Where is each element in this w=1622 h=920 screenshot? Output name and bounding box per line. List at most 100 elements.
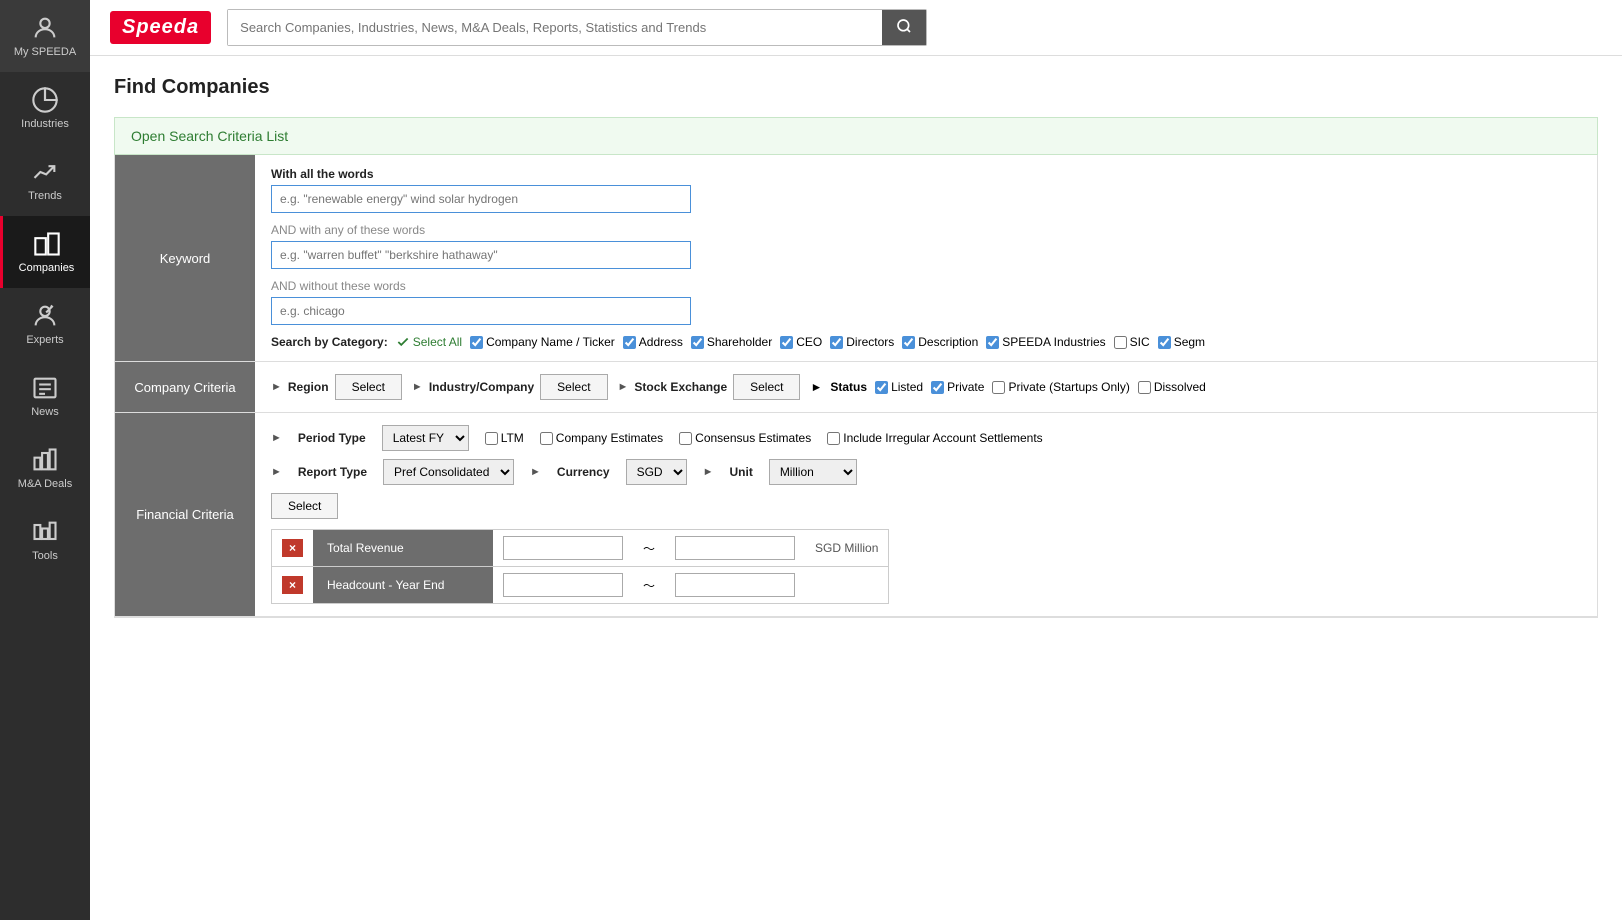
cat-description[interactable]: Description (902, 335, 978, 349)
sidebar-item-companies[interactable]: Companies (0, 216, 90, 288)
cat-speeda-industries[interactable]: SPEEDA Industries (986, 335, 1105, 349)
financial-criteria-section: Financial Criteria ► Period Type Latest … (115, 413, 1597, 617)
total-revenue-min-cell (493, 530, 633, 567)
keyword-section-label: Keyword (115, 155, 255, 361)
sidebar-label-industries: Industries (21, 118, 69, 130)
period-type-select[interactable]: Latest FY Latest FQ Annual Quarterly (382, 425, 469, 451)
deals-icon (31, 446, 59, 474)
cat-ceo[interactable]: CEO (780, 335, 822, 349)
headcount-label: Headcount - Year End (313, 567, 493, 604)
table-row: × Headcount - Year End ～ (272, 567, 889, 604)
remove-total-revenue-button[interactable]: × (282, 539, 303, 557)
report-type-select[interactable]: Pref Consolidated Consolidated Non-Conso… (383, 459, 514, 485)
headcount-max-input[interactable] (675, 573, 795, 597)
search-icon (896, 18, 912, 34)
global-search-button[interactable] (882, 10, 926, 45)
experts-icon (31, 302, 59, 330)
sidebar-item-myspeeda[interactable]: My SPEEDA (0, 0, 90, 72)
remove-headcount-button[interactable]: × (282, 576, 303, 594)
company-criteria-content: ► Region Select ► Industry/Company Selec… (255, 362, 1597, 412)
irregular-check[interactable]: Include Irregular Account Settlements (827, 431, 1042, 445)
cat-shareholder[interactable]: Shareholder (691, 335, 772, 349)
sidebar-label-news: News (31, 406, 59, 418)
headcount-min-input[interactable] (503, 573, 623, 597)
user-icon (31, 14, 59, 42)
report-arrow: ► (271, 466, 282, 478)
currency-select[interactable]: SGD USD EUR JPY (626, 459, 687, 485)
cat-company-name[interactable]: Company Name / Ticker (470, 335, 615, 349)
company-criteria-section: Company Criteria ► Region Select ► Indus… (115, 362, 1597, 413)
news-icon (31, 374, 59, 402)
headcount-unit (805, 567, 889, 604)
search-form: Keyword With all the words AND with any … (114, 155, 1598, 618)
keyword-section: Keyword With all the words AND with any … (115, 155, 1597, 362)
with-all-words-input[interactable] (271, 185, 691, 213)
and-any-words-label: AND with any of these words (271, 223, 1581, 237)
report-type-label: Report Type (298, 465, 367, 479)
with-all-words-row: With all the words (271, 167, 1581, 213)
page-content: Find Companies Open Search Criteria List… (90, 56, 1622, 920)
period-arrow: ► (271, 432, 282, 444)
company-criteria-label: Company Criteria (115, 362, 255, 412)
stock-arrow: ► (618, 381, 629, 393)
criteria-row: ► Region Select ► Industry/Company Selec… (271, 374, 1581, 400)
status-dissolved[interactable]: Dissolved (1138, 380, 1206, 394)
consensus-estimates-check[interactable]: Consensus Estimates (679, 431, 811, 445)
and-without-words-input[interactable] (271, 297, 691, 325)
sidebar-label-tools: Tools (32, 550, 58, 562)
industry-select-button[interactable]: Select (540, 374, 607, 400)
currency-label: Currency (557, 465, 610, 479)
sidebar-item-trends[interactable]: Trends (0, 144, 90, 216)
total-revenue-max-cell (665, 530, 805, 567)
region-select-button[interactable]: Select (335, 374, 402, 400)
cat-segm[interactable]: Segm (1158, 335, 1205, 349)
unit-arrow: ► (703, 466, 714, 478)
total-revenue-max-input[interactable] (675, 536, 795, 560)
financial-criteria-content: ► Period Type Latest FY Latest FQ Annual… (255, 413, 1597, 616)
report-row: ► Report Type Pref Consolidated Consolid… (271, 459, 1581, 485)
category-row: Search by Category: Select All Company N… (271, 335, 1581, 349)
sidebar-label-experts: Experts (26, 334, 63, 346)
status-label: Status (830, 380, 867, 394)
sidebar-label-myspeeda: My SPEEDA (14, 46, 76, 58)
cat-sic[interactable]: SIC (1114, 335, 1150, 349)
headcount-min-cell (493, 567, 633, 604)
industry-arrow: ► (412, 381, 423, 393)
and-any-words-input[interactable] (271, 241, 691, 269)
stock-select-button[interactable]: Select (733, 374, 800, 400)
sidebar-item-experts[interactable]: Experts (0, 288, 90, 360)
cat-directors[interactable]: Directors (830, 335, 894, 349)
region-label: Region (288, 380, 329, 394)
industry-label: Industry/Company (429, 380, 534, 394)
sidebar-item-news[interactable]: News (0, 360, 90, 432)
sidebar-item-industries[interactable]: Industries (0, 72, 90, 144)
logo: Speeda (110, 11, 211, 44)
tilde-1: ～ (633, 530, 665, 567)
status-private[interactable]: Private (931, 380, 984, 394)
total-revenue-min-input[interactable] (503, 536, 623, 560)
checkmark-icon (396, 335, 410, 349)
sidebar-label-trends: Trends (28, 190, 62, 202)
ltm-check[interactable]: LTM (485, 431, 524, 445)
sidebar-label-maDeals: M&A Deals (18, 478, 72, 490)
financial-select-button[interactable]: Select (271, 493, 338, 519)
period-type-label: Period Type (298, 431, 366, 445)
headcount-max-cell (665, 567, 805, 604)
cat-address[interactable]: Address (623, 335, 683, 349)
status-private-startups[interactable]: Private (Startups Only) (992, 380, 1129, 394)
tools-icon (31, 518, 59, 546)
status-listed[interactable]: Listed (875, 380, 923, 394)
select-all-button[interactable]: Select All (396, 335, 462, 349)
main-content: Speeda Find Companies Open Search Criter… (90, 0, 1622, 920)
stock-label: Stock Exchange (634, 380, 727, 394)
unit-label: Unit (729, 465, 752, 479)
company-estimates-check[interactable]: Company Estimates (540, 431, 663, 445)
header: Speeda (90, 0, 1622, 56)
global-search-input[interactable] (228, 10, 882, 45)
unit-select[interactable]: Million Thousand Billion (769, 459, 857, 485)
sidebar-item-maDeals[interactable]: M&A Deals (0, 432, 90, 504)
sidebar-item-tools[interactable]: Tools (0, 504, 90, 576)
and-without-words-label: AND without these words (271, 279, 1581, 293)
and-any-words-row: AND with any of these words (271, 223, 1581, 269)
open-criteria-link[interactable]: Open Search Criteria List (131, 128, 288, 144)
